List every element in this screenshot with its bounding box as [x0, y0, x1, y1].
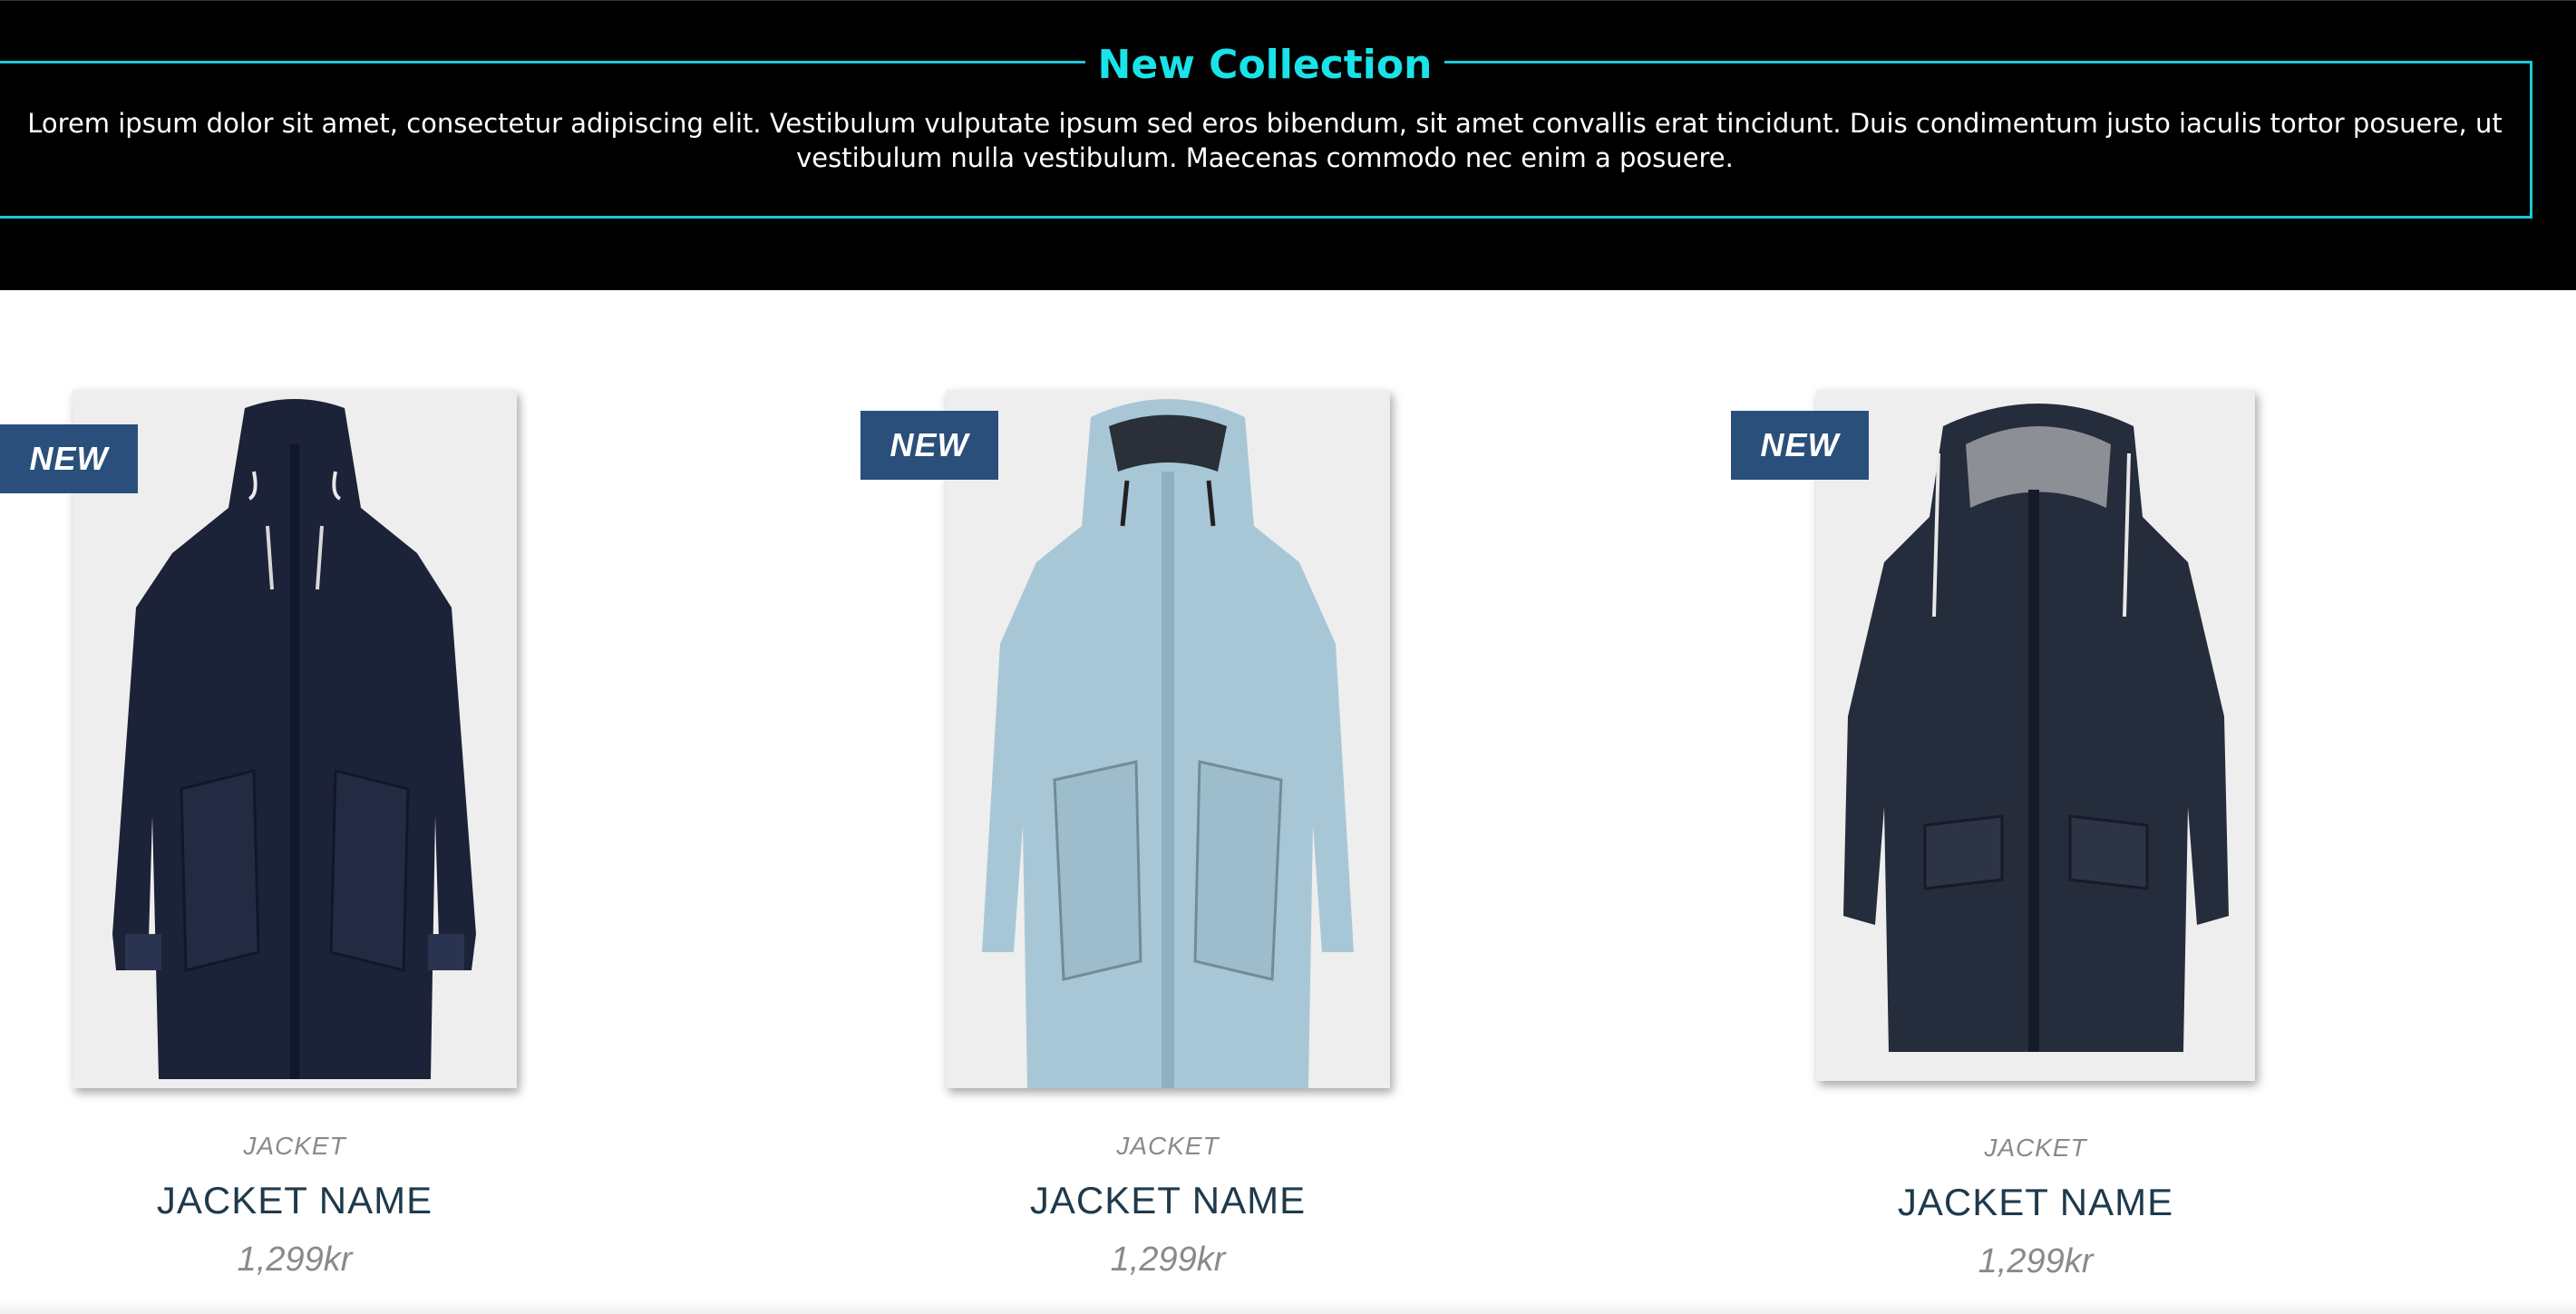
collection-banner: New Collection Lorem ipsum dolor sit ame… — [0, 0, 2576, 290]
product-price: 1,299kr — [237, 1241, 353, 1279]
jacket-image — [112, 399, 476, 1079]
product-category: JACKET — [1116, 1132, 1220, 1160]
product-image-1[interactable] — [73, 390, 517, 1088]
jacket-image — [1843, 404, 2229, 1052]
product-category: JACKET — [243, 1132, 346, 1160]
product-price: 1,299kr — [1978, 1242, 2094, 1280]
product-name[interactable]: JACKET NAME — [73, 1179, 517, 1222]
new-badge: NEW — [860, 411, 998, 480]
jacket-image — [982, 399, 1354, 1088]
product-name[interactable]: JACKET NAME — [1813, 1181, 2258, 1224]
product-category: JACKET — [1984, 1134, 2087, 1162]
product-image-3[interactable] — [1816, 390, 2255, 1081]
product-image-2[interactable] — [946, 390, 1390, 1088]
banner-title: New Collection — [1084, 42, 1445, 88]
product-price: 1,299kr — [1110, 1241, 1226, 1279]
new-badge: NEW — [0, 424, 138, 493]
new-badge: NEW — [1731, 411, 1869, 480]
banner-title-wrap: New Collection — [0, 39, 2530, 92]
bottom-divider — [0, 1299, 2576, 1314]
product-name[interactable]: JACKET NAME — [946, 1179, 1390, 1222]
banner-description: Lorem ipsum dolor sit amet, consectetur … — [27, 108, 2503, 173]
